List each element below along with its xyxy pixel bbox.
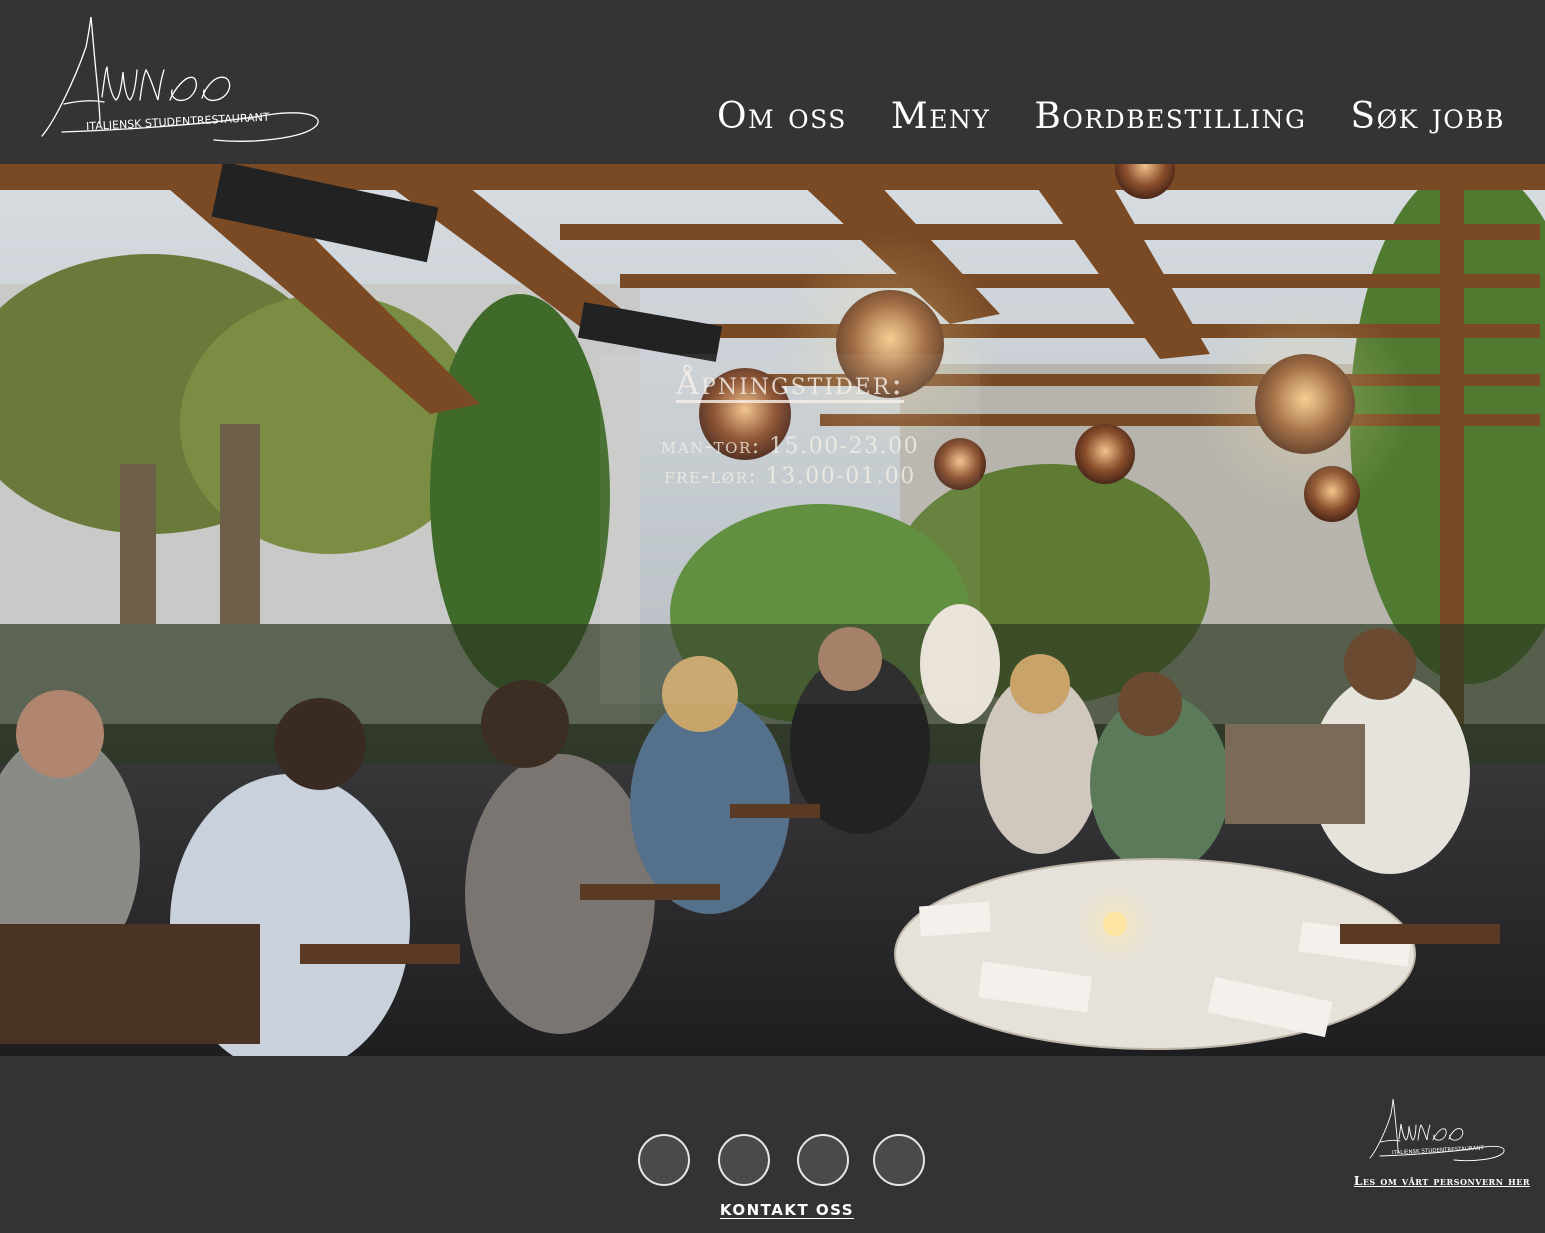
social-icon-1[interactable] (638, 1134, 690, 1186)
hours-weekday: man-tor: 15.00-23.00 (660, 434, 920, 459)
alunno-logo-small-icon: ITALIENSK STUDENTRESTAURANT (1369, 1098, 1505, 1162)
social-icon-2[interactable] (718, 1134, 770, 1186)
privacy-link[interactable]: Les om vårt personvern her (1330, 1174, 1530, 1188)
opening-hours-list: man-tor: 15.00-23.00 fre-lør: 13.00-01.0… (600, 432, 980, 492)
svg-text:ITALIENSK STUDENTRESTAURANT: ITALIENSK STUDENTRESTAURANT (1392, 1145, 1485, 1156)
alunno-logo-icon: ITALIENSK STUDENTRESTAURANT (41, 16, 319, 142)
nav-item-om-oss[interactable]: Om oss (717, 96, 847, 138)
social-icon-3[interactable] (797, 1134, 849, 1186)
nav-item-sok-jobb[interactable]: Søk jobb (1350, 96, 1505, 138)
site-header: ITALIENSK STUDENTRESTAURANT Om oss Meny … (0, 0, 1545, 164)
footer-logo: ITALIENSK STUDENTRESTAURANT (1366, 1096, 1506, 1166)
site-footer: KONTAKT OSS ITALIENSK STUDENTRESTAURANT … (0, 1056, 1545, 1233)
hours-weekend: fre-lør: 13.00-01.00 (664, 464, 916, 489)
social-icon-4[interactable] (873, 1134, 925, 1186)
nav-item-bordbestilling[interactable]: Bordbestilling (1034, 96, 1306, 138)
contact-link[interactable]: KONTAKT OSS (716, 1201, 858, 1219)
main-nav: Om oss Meny Bordbestilling Søk jobb (717, 96, 1505, 138)
opening-hours-title: Åpningstider: (675, 364, 905, 402)
opening-hours-panel: Åpningstider: man-tor: 15.00-23.00 fre-l… (600, 354, 980, 704)
svg-text:ITALIENSK STUDENTRESTAURANT: ITALIENSK STUDENTRESTAURANT (86, 111, 270, 134)
hero-section: Åpningstider: man-tor: 15.00-23.00 fre-l… (0, 164, 1545, 1056)
nav-item-meny[interactable]: Meny (891, 96, 991, 138)
brand-logo[interactable]: ITALIENSK STUDENTRESTAURANT (34, 12, 326, 152)
